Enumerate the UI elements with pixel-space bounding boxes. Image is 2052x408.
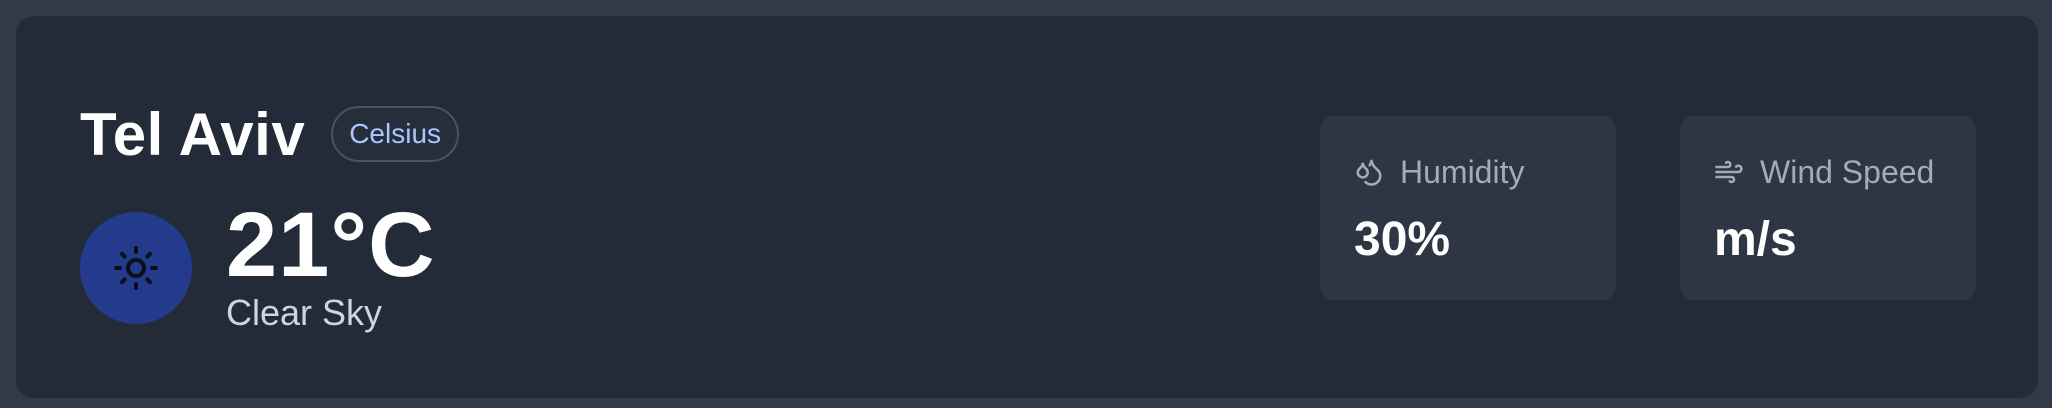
title-row: Tel Aviv Celsius: [80, 84, 460, 184]
wind-icon: [1714, 157, 1744, 187]
humidity-label: Humidity: [1400, 153, 1525, 190]
sun-icon: [114, 246, 158, 290]
current-weather: Tel Aviv Celsius 21°C Clear Sky: [80, 84, 460, 334]
temperature-row: 21°C Clear Sky: [80, 194, 459, 334]
unit-toggle-button[interactable]: Celsius: [331, 106, 460, 162]
humidity-value: 30%: [1354, 213, 1451, 266]
wind-speed-label: Wind Speed: [1760, 153, 1935, 190]
wind-speed-value: m/s: [1714, 213, 1797, 266]
weather-icon-badge: [80, 212, 192, 324]
humidity-stat: Humidity 30%: [1320, 116, 1616, 300]
city-name: Tel Aviv: [80, 100, 306, 168]
temperature-block: 21°C Clear Sky: [226, 194, 436, 334]
temperature-value: 21°C: [226, 194, 436, 296]
humidity-header: Humidity: [1354, 154, 1582, 190]
wind-header: Wind Speed: [1714, 154, 1942, 190]
droplets-icon: [1354, 157, 1384, 187]
condition-text: Clear Sky: [226, 292, 383, 333]
weather-card: Tel Aviv Celsius 21°C Clear Sky Humidity…: [16, 16, 2038, 398]
wind-speed-stat: Wind Speed m/s: [1680, 116, 1976, 300]
